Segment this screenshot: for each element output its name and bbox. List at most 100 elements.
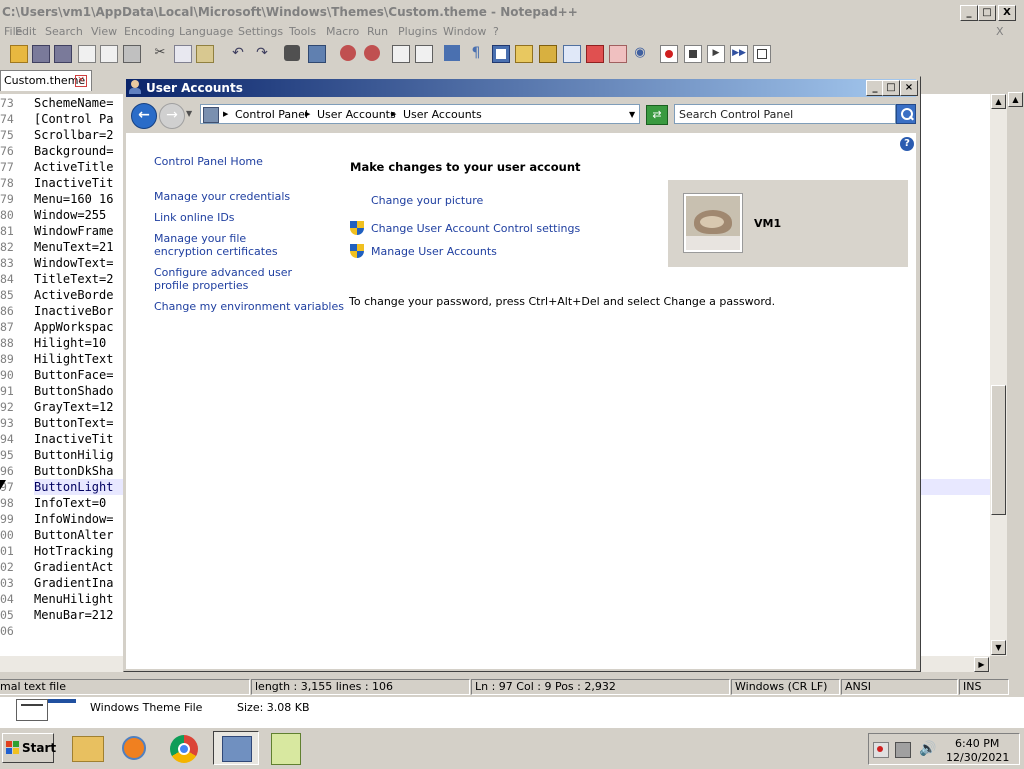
menu-macro[interactable]: Macro	[326, 25, 359, 38]
open-file-icon[interactable]	[10, 45, 28, 63]
close-button[interactable]: X	[998, 5, 1016, 21]
run-macro-multiple-icon[interactable]: ▶▶	[730, 45, 748, 63]
minimize-button[interactable]: _	[960, 5, 978, 21]
code-line[interactable]: MenuHilight	[34, 592, 113, 606]
control-panel-home-link[interactable]: Control Panel Home	[154, 155, 263, 168]
sync-vertical-icon[interactable]	[392, 45, 410, 63]
volume-icon[interactable]: 🔊	[919, 741, 936, 757]
change-picture-link[interactable]: Change your picture	[371, 194, 483, 207]
link-online-ids-link[interactable]: Link online IDs	[154, 211, 235, 224]
tab-custom-theme[interactable]: Custom.theme ×	[0, 70, 92, 91]
save-icon[interactable]	[32, 45, 50, 63]
manage-credentials-link[interactable]: Manage your credentials	[154, 190, 290, 203]
user-accounts-titlebar[interactable]: User Accounts _ □ ×	[126, 79, 918, 97]
ua-maximize-button[interactable]: □	[882, 80, 900, 96]
stop-macro-icon[interactable]	[684, 45, 702, 63]
code-line[interactable]: Window=255	[34, 208, 106, 222]
menu-view[interactable]: View	[91, 25, 117, 38]
menu-edit[interactable]: Edit	[15, 25, 36, 38]
network-icon[interactable]	[895, 742, 911, 758]
breadcrumb-user-accounts-current[interactable]: User Accounts	[403, 108, 482, 121]
code-line[interactable]: [Control Pa	[34, 112, 113, 126]
code-line[interactable]: ActiveTitle	[34, 160, 113, 174]
code-line[interactable]: ButtonText=	[34, 416, 113, 430]
tab-close-icon[interactable]: ×	[75, 75, 87, 87]
code-line[interactable]: MenuText=21	[34, 240, 113, 254]
menu-help[interactable]: ?	[493, 25, 499, 38]
document-list-icon[interactable]	[586, 45, 604, 63]
save-all-icon[interactable]	[54, 45, 72, 63]
menu-plugins[interactable]: Plugins	[398, 25, 437, 38]
paste-icon[interactable]	[196, 45, 214, 63]
sync-horizontal-icon[interactable]	[415, 45, 433, 63]
menu-tools[interactable]: Tools	[289, 25, 316, 38]
code-line[interactable]: WindowFrame	[34, 224, 113, 238]
folder-as-workspace-icon[interactable]	[515, 45, 533, 63]
search-box[interactable]	[674, 104, 896, 124]
code-line[interactable]: InfoWindow=	[34, 512, 113, 526]
breadcrumb-control-panel[interactable]: Control Panel	[235, 108, 308, 121]
close-document-button[interactable]: X	[996, 25, 1004, 38]
copy-icon[interactable]	[174, 45, 192, 63]
code-line[interactable]: InactiveTit	[34, 432, 113, 446]
start-button[interactable]: Start	[2, 733, 56, 763]
code-line[interactable]: GrayText=12	[34, 400, 113, 414]
chevron-right-icon[interactable]: ▶	[305, 110, 310, 118]
maximize-button[interactable]: □	[978, 5, 996, 21]
show-all-characters-icon[interactable]: ¶	[468, 45, 484, 61]
menu-search[interactable]: Search	[45, 25, 83, 38]
code-line[interactable]: ButtonDkSha	[34, 464, 113, 478]
breadcrumb-user-accounts[interactable]: User Accounts	[317, 108, 396, 121]
code-line[interactable]: GradientAct	[34, 560, 113, 574]
manage-user-accounts-link[interactable]: Manage User Accounts	[371, 245, 497, 258]
zoom-in-icon[interactable]	[340, 45, 356, 61]
word-wrap-icon[interactable]	[444, 45, 460, 61]
editor-vertical-scrollbar[interactable]: ▲ ▼	[990, 94, 1007, 656]
scroll-down-icon[interactable]: ▼	[991, 640, 1006, 655]
action-center-icon[interactable]	[873, 742, 889, 758]
scroll-up-icon[interactable]: ▲	[991, 94, 1006, 109]
cut-icon[interactable]: ✂	[152, 45, 168, 61]
ua-close-button[interactable]: ×	[900, 80, 918, 96]
replace-icon[interactable]	[308, 45, 326, 63]
redo-icon[interactable]: ↷	[254, 45, 270, 61]
code-line[interactable]: HilightText	[34, 352, 113, 366]
find-icon[interactable]	[284, 45, 300, 61]
address-dropdown-icon[interactable]: ▼	[629, 110, 635, 119]
taskbar-notepadpp-button[interactable]	[263, 731, 309, 765]
clock-time[interactable]: 6:40 PM	[955, 737, 999, 750]
help-icon[interactable]: ?	[900, 137, 914, 151]
function-list-icon[interactable]	[563, 45, 581, 63]
indent-guide-icon[interactable]	[492, 45, 510, 63]
code-line[interactable]: ButtonHilig	[34, 448, 113, 462]
notepadpp-titlebar[interactable]: C:\Users\vm1\AppData\Local\Microsoft\Win…	[0, 0, 1024, 24]
chevron-right-icon[interactable]: ▶	[223, 110, 228, 118]
zoom-out-icon[interactable]	[364, 45, 380, 61]
code-line[interactable]: ButtonShado	[34, 384, 113, 398]
taskbar-control-panel-button[interactable]	[213, 731, 259, 765]
close-file-icon[interactable]	[78, 45, 96, 63]
search-input[interactable]	[679, 106, 879, 122]
monitoring-icon[interactable]	[609, 45, 627, 63]
code-line[interactable]: InactiveBor	[34, 304, 113, 318]
taskbar-chrome-button[interactable]	[162, 731, 208, 765]
code-line[interactable]: ButtonLight	[34, 480, 113, 494]
code-line[interactable]: SchemeName=	[34, 96, 113, 110]
menu-language[interactable]: Language	[179, 25, 233, 38]
record-macro-icon[interactable]	[660, 45, 678, 63]
code-line[interactable]: HotTracking	[34, 544, 113, 558]
menu-window[interactable]: Window	[443, 25, 486, 38]
eye-icon[interactable]: ◉	[632, 45, 648, 61]
code-line[interactable]: Menu=160 16	[34, 192, 113, 206]
undo-icon[interactable]: ↶	[230, 45, 246, 61]
search-icon[interactable]	[896, 104, 916, 124]
chevron-right-icon[interactable]: ▶	[391, 110, 396, 118]
code-line[interactable]: Scrollbar=2	[34, 128, 113, 142]
code-line[interactable]: Background=	[34, 144, 113, 158]
taskbar-explorer-button[interactable]	[64, 731, 110, 765]
avatar[interactable]	[684, 194, 742, 252]
document-map-icon[interactable]	[539, 45, 557, 63]
code-line[interactable]: TitleText=2	[34, 272, 113, 286]
code-line[interactable]: ButtonAlter	[34, 528, 113, 542]
change-uac-settings-link[interactable]: Change User Account Control settings	[371, 222, 580, 235]
